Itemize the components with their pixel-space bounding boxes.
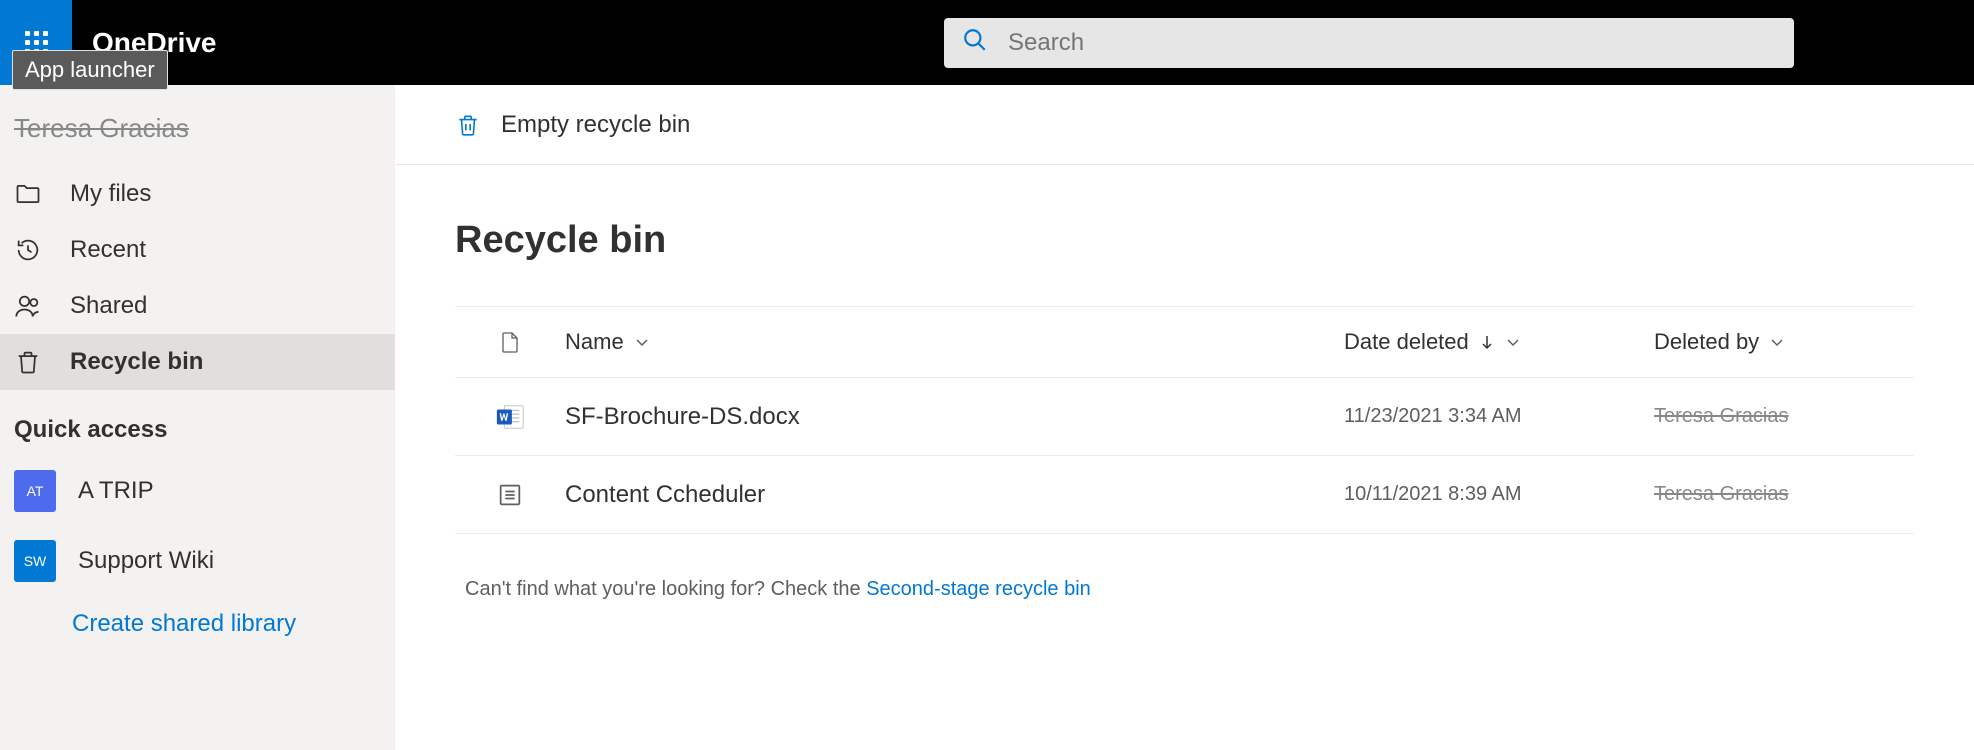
file-icon: [498, 328, 522, 356]
file-type-icon: [455, 481, 565, 509]
toolbar: Empty recycle bin: [395, 85, 1974, 165]
quick-access-item-supportwiki[interactable]: SW Support Wiki: [0, 526, 395, 596]
column-header-name[interactable]: Name: [565, 329, 1344, 355]
file-deleted-by: Teresa Gracias: [1654, 483, 1914, 506]
folder-icon: [14, 180, 42, 208]
clock-icon: [14, 236, 42, 264]
column-label: Name: [565, 329, 624, 355]
list-icon: [496, 481, 524, 509]
file-deleted-by: Teresa Gracias: [1654, 405, 1914, 428]
file-date-deleted: 11/23/2021 3:34 AM: [1344, 405, 1654, 428]
column-label: Deleted by: [1654, 329, 1759, 355]
toolbar-label: Empty recycle bin: [501, 111, 690, 139]
sidebar-item-myfiles[interactable]: My files: [0, 166, 395, 222]
chevron-down-icon: [1505, 334, 1521, 350]
file-type-icon: [455, 402, 565, 432]
trash-icon: [14, 348, 42, 376]
file-name: Content Ccheduler: [565, 481, 1344, 509]
quick-access-label: Support Wiki: [78, 547, 214, 575]
file-name: SF-Brochure-DS.docx: [565, 403, 1344, 431]
empty-recycle-bin-button[interactable]: Empty recycle bin: [455, 111, 690, 139]
create-shared-library-link[interactable]: Create shared library: [0, 596, 395, 652]
file-table: Name Date deleted Deleted by: [395, 306, 1974, 534]
sidebar-item-label: My files: [70, 180, 151, 208]
column-header-deleted-by[interactable]: Deleted by: [1654, 329, 1914, 355]
quick-access-header: Quick access: [0, 390, 395, 456]
trash-icon: [455, 112, 481, 138]
sidebar: Teresa Gracias My files Recent Shared Re…: [0, 85, 395, 750]
footer-text: Can't find what you're looking for? Chec…: [395, 534, 1974, 601]
page-title: Recycle bin: [395, 165, 1974, 306]
search-icon: [962, 27, 988, 58]
sidebar-item-recyclebin[interactable]: Recycle bin: [0, 334, 395, 390]
app-launcher-tooltip: App launcher: [12, 50, 168, 90]
sidebar-item-label: Shared: [70, 292, 147, 320]
sidebar-item-recent[interactable]: Recent: [0, 222, 395, 278]
site-badge: AT: [14, 470, 56, 512]
column-header-date-deleted[interactable]: Date deleted: [1344, 329, 1654, 355]
footer-prefix: Can't find what you're looking for? Chec…: [465, 578, 866, 600]
people-icon: [14, 292, 42, 320]
sidebar-item-shared[interactable]: Shared: [0, 278, 395, 334]
quick-access-item-atrip[interactable]: AT A TRIP: [0, 456, 395, 526]
second-stage-recycle-bin-link[interactable]: Second-stage recycle bin: [866, 578, 1091, 600]
site-badge: SW: [14, 540, 56, 582]
column-header-type[interactable]: [455, 328, 565, 356]
sort-descending-icon: [1479, 333, 1495, 351]
table-row[interactable]: Content Ccheduler 10/11/2021 8:39 AM Ter…: [455, 456, 1914, 534]
quick-access-label: A TRIP: [78, 477, 154, 505]
chevron-down-icon: [1769, 334, 1785, 350]
chevron-down-icon: [634, 334, 650, 350]
file-date-deleted: 10/11/2021 8:39 AM: [1344, 483, 1654, 506]
column-label: Date deleted: [1344, 329, 1469, 355]
app-header: OneDrive App launcher: [0, 0, 1974, 85]
search-box[interactable]: [944, 18, 1794, 68]
sidebar-item-label: Recycle bin: [70, 348, 203, 376]
table-header: Name Date deleted Deleted by: [455, 306, 1914, 378]
word-icon: [495, 402, 525, 432]
table-row[interactable]: SF-Brochure-DS.docx 11/23/2021 3:34 AM T…: [455, 378, 1914, 456]
main-content: Empty recycle bin Recycle bin Name Date …: [395, 85, 1974, 750]
sidebar-item-label: Recent: [70, 236, 146, 264]
search-container: [944, 18, 1794, 68]
user-name: Teresa Gracias: [0, 103, 395, 166]
search-input[interactable]: [1008, 29, 1776, 57]
